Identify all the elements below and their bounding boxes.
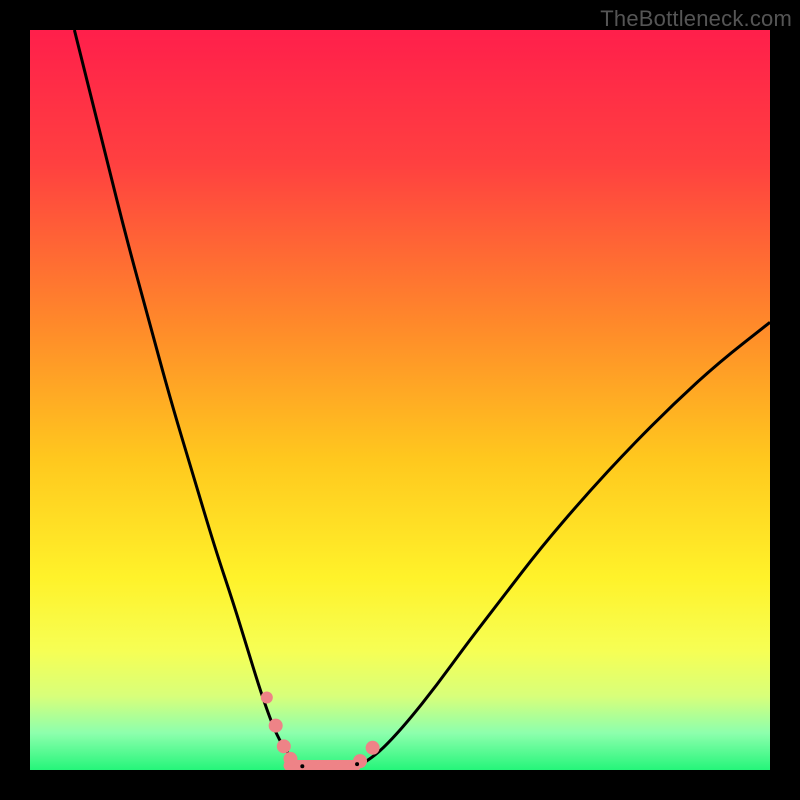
marker-right-dot-2: [366, 741, 380, 755]
marker-left-dot-2: [269, 719, 283, 733]
marker-left-dot-4: [283, 752, 297, 766]
outer-frame: TheBottleneck.com: [0, 0, 800, 800]
marker-right-dot-1: [353, 754, 367, 768]
chart-background: [30, 30, 770, 770]
marker-tiny-right: [355, 762, 359, 766]
plot-area: [30, 30, 770, 770]
marker-tiny-left: [300, 764, 304, 768]
marker-left-dot-1: [261, 691, 273, 703]
marker-left-dot-3: [277, 739, 291, 753]
watermark-text: TheBottleneck.com: [600, 6, 792, 32]
chart-svg: [30, 30, 770, 770]
